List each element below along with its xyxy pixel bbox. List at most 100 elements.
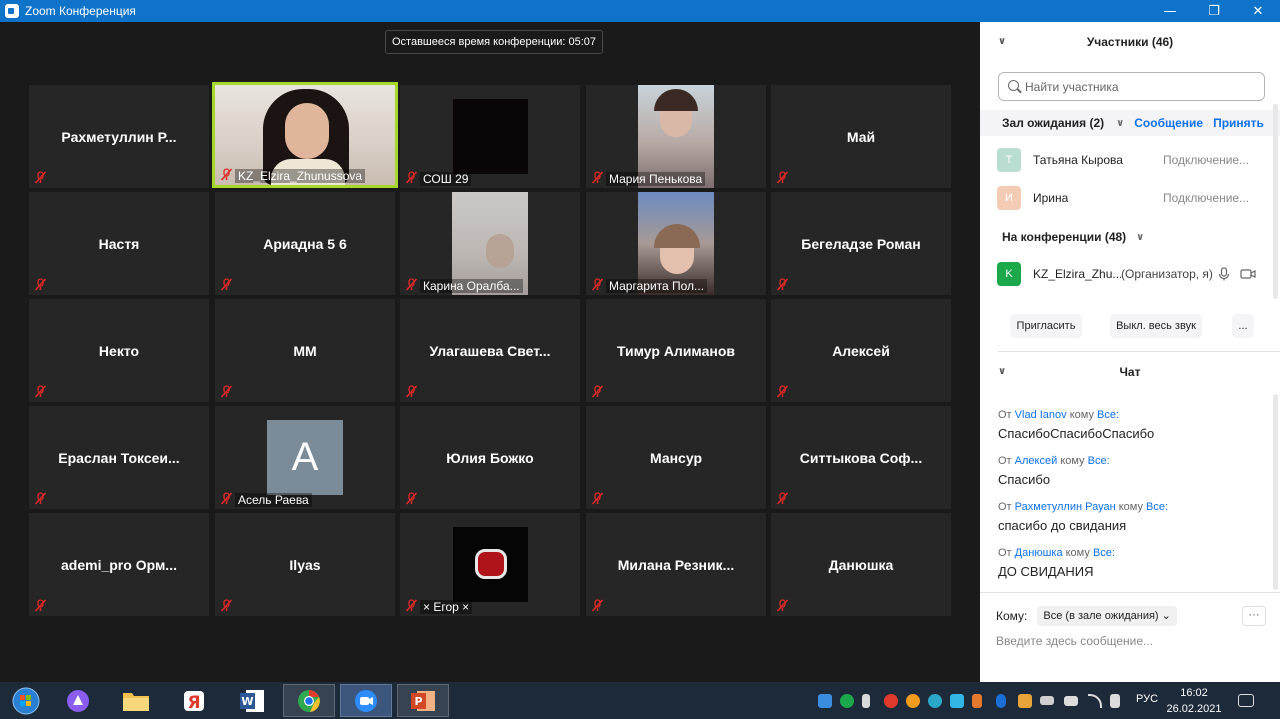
sender-name[interactable]: Алексей — [1015, 455, 1058, 467]
participant-tile[interactable]: Некто — [29, 299, 209, 402]
taskbar-explorer[interactable] — [110, 684, 162, 717]
participants-header[interactable]: ∨ Участники (46) — [980, 22, 1280, 62]
microphone-icon[interactable] — [1218, 267, 1230, 281]
participants-scrollbar[interactable] — [1273, 104, 1278, 299]
participant-tile[interactable]: Мансур — [586, 406, 766, 509]
participant-search-input[interactable]: Найти участника — [998, 72, 1265, 101]
participant-tile[interactable]: Ситтыкова Соф... — [771, 406, 951, 509]
chevron-down-icon[interactable]: ∨ — [1136, 232, 1144, 243]
sender-name[interactable]: Рахметуллин Рауан — [1015, 501, 1116, 513]
participant-row[interactable]: K KZ_Elzira_Zhu... (Организатор, я) — [980, 257, 1270, 291]
in-conference-title: На конференции (48) — [1002, 230, 1127, 244]
chat-header[interactable]: ∨ Чат — [980, 352, 1280, 392]
message-waiting-button[interactable]: Сообщение — [1134, 116, 1203, 130]
participant-tile[interactable]: Юлия Божко — [400, 406, 580, 509]
taskbar-powerpoint[interactable]: P — [397, 684, 449, 717]
search-icon — [1008, 80, 1019, 91]
participant-tile[interactable]: Ilyas — [215, 513, 395, 616]
recipient-name[interactable]: Все: — [1146, 501, 1168, 513]
mute-all-button[interactable]: Выкл. весь звук — [1110, 314, 1202, 338]
participant-label: СОШ 29 — [420, 172, 472, 186]
tray-yandex-icon[interactable] — [884, 694, 898, 708]
taskbar-zoom[interactable] — [340, 684, 392, 717]
taskbar-yandex[interactable]: Я — [168, 684, 220, 717]
participant-tile[interactable]: Тимур Алиманов — [586, 299, 766, 402]
participant-tile[interactable]: Рахметуллин Р... — [29, 85, 209, 188]
wifi-icon[interactable] — [1088, 694, 1102, 708]
participant-tile[interactable]: ММ — [215, 299, 395, 402]
participant-tile[interactable]: Милана Резник... — [586, 513, 766, 616]
participant-tile[interactable]: ademi_pro Орм... — [29, 513, 209, 616]
taskbar-chrome[interactable] — [283, 684, 335, 717]
sender-name[interactable]: Vlad Ianov — [1015, 409, 1067, 421]
participant-tile[interactable]: Ераслан Токсеи... — [29, 406, 209, 509]
avatar: Т — [997, 148, 1021, 172]
participant-tile[interactable]: Настя — [29, 192, 209, 295]
waiting-person[interactable]: Т Татьяна Кырова Подключение... — [980, 143, 1270, 177]
participant-label: × Егор × — [420, 600, 473, 614]
recipient-name[interactable]: Все: — [1097, 409, 1119, 421]
invite-button[interactable]: Пригласить — [1010, 314, 1082, 338]
participant-tile[interactable]: Маргарита Пол... — [586, 192, 766, 295]
tray-arrow-icon[interactable] — [972, 694, 982, 708]
recipient-name[interactable]: Все: — [1093, 547, 1115, 559]
notification-icon[interactable] — [1238, 694, 1254, 707]
waiting-person[interactable]: И Ирина Подключение... — [980, 181, 1270, 215]
start-button[interactable] — [0, 684, 52, 717]
participant-tile[interactable]: × Егор × — [400, 513, 580, 616]
recipient-select[interactable]: Все (в зале ожидания) ⌄ — [1037, 606, 1177, 626]
volume-icon[interactable] — [1110, 694, 1120, 708]
close-button[interactable]: ✕ — [1236, 0, 1280, 22]
participant-label: Маргарита Пол... — [606, 279, 708, 293]
from-word: От — [998, 455, 1012, 467]
chevron-down-icon[interactable]: ∨ — [1116, 118, 1124, 129]
video-camera-icon[interactable] — [1240, 268, 1256, 280]
chevron-down-icon[interactable]: ∨ — [998, 36, 1006, 47]
participant-tile[interactable]: Алексей — [771, 299, 951, 402]
tray-zoom-icon[interactable] — [818, 694, 832, 708]
avatar: K — [997, 262, 1021, 286]
svg-text:P: P — [414, 695, 422, 708]
sender-name[interactable]: Данюшка — [1015, 547, 1063, 559]
tray-blue-icon[interactable] — [950, 694, 964, 708]
in-conference-row[interactable]: На конференции (48) ∨ — [980, 226, 1144, 248]
minimize-button[interactable]: — — [1148, 0, 1192, 22]
participant-tile[interactable]: Карина Оралба... — [400, 192, 580, 295]
participant-tile[interactable]: Улагашева Свет... — [400, 299, 580, 402]
chat-message-meta: От Vlad Ianov кому Все: — [998, 409, 1119, 421]
chat-more-button[interactable]: ··· — [1242, 606, 1266, 626]
participant-tile[interactable]: KZ_Elzira_Zhunussova — [212, 82, 398, 188]
admit-all-button[interactable]: Принять — [1213, 116, 1264, 130]
participant-tile[interactable]: Мария Пенькова — [586, 85, 766, 188]
tray-green-icon[interactable] — [840, 694, 854, 708]
waiting-room-row[interactable]: Зал ожидания (2) ∨ Сообщение Принять — [980, 110, 1280, 136]
microphone-muted-icon — [591, 492, 604, 505]
participant-tile[interactable]: A Асель Раева — [215, 406, 395, 509]
participant-name: Алексей — [832, 342, 890, 359]
bluetooth-icon[interactable] — [996, 694, 1006, 708]
restore-button[interactable]: ❐ — [1192, 0, 1236, 22]
participant-tile[interactable]: Данюшка — [771, 513, 951, 616]
chat-scrollbar[interactable] — [1273, 394, 1278, 590]
chat-message-text: спасибо до свидания — [998, 518, 1127, 533]
participant-name: Данюшка — [828, 556, 894, 573]
language-indicator[interactable]: РУС — [1136, 693, 1158, 705]
clock[interactable]: 16:02 26.02.2021 — [1165, 685, 1223, 717]
tray-usb-icon[interactable] — [862, 694, 870, 708]
more-options-button[interactable]: ... — [1232, 314, 1254, 338]
participant-tile[interactable]: СОШ 29 — [400, 85, 580, 188]
tray-teal-icon[interactable] — [928, 694, 942, 708]
recipient-name[interactable]: Все: — [1088, 455, 1110, 467]
participant-tile[interactable]: Бегеладзе Роман — [771, 192, 951, 295]
chevron-down-icon[interactable]: ∨ — [998, 366, 1006, 377]
chat-message-input[interactable]: Введите здесь сообщение... — [996, 634, 1153, 648]
taskbar-alisa[interactable] — [52, 684, 104, 717]
power-icon[interactable] — [1064, 696, 1078, 706]
waiting-room-title: Зал ожидания (2) — [1002, 116, 1105, 130]
taskbar-word[interactable]: W — [226, 684, 278, 717]
tray-orange-icon[interactable] — [906, 694, 920, 708]
participant-tile[interactable]: Ариадна 5 6 — [215, 192, 395, 295]
tray-fox-icon[interactable] — [1018, 694, 1032, 708]
participant-tile[interactable]: Май — [771, 85, 951, 188]
battery-icon[interactable] — [1040, 696, 1054, 705]
